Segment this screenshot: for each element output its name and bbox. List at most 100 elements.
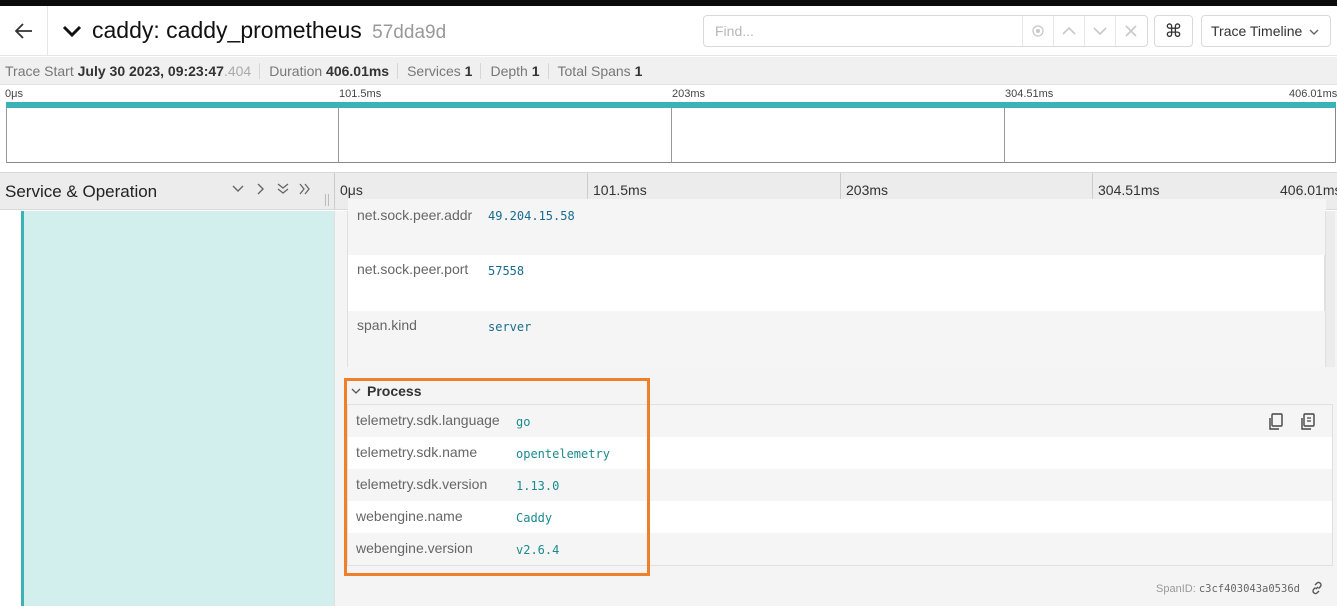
column-resize-handle[interactable] xyxy=(325,194,329,206)
depth-value: 1 xyxy=(531,62,540,79)
service-operation-title: Service & Operation xyxy=(5,182,158,201)
process-section-toggle[interactable]: Process xyxy=(347,379,647,403)
locate-button[interactable] xyxy=(1022,16,1053,46)
back-arrow-icon xyxy=(14,23,32,39)
trace-minimap[interactable]: 0μs 101.5ms 203ms 304.51ms 406.01ms xyxy=(0,86,1337,166)
process-key: webengine.name xyxy=(356,508,463,524)
process-key: telemetry.sdk.version xyxy=(356,476,488,492)
keyboard-shortcuts-button[interactable]: ⌘ xyxy=(1154,15,1193,47)
divider xyxy=(547,62,549,79)
trace-start-ms: .404 xyxy=(223,62,252,79)
span-detail-indent xyxy=(24,211,334,606)
chevron-down-icon[interactable] xyxy=(62,20,82,42)
total-spans: Total Spans 1 xyxy=(558,63,643,79)
tag-key: net.sock.peer.port xyxy=(357,261,469,277)
tags-scrollbar[interactable] xyxy=(1325,211,1335,367)
chevron-up-icon xyxy=(1062,26,1076,35)
duration: Duration 406.01ms xyxy=(269,63,389,79)
view-mode-select[interactable]: Trace Timeline xyxy=(1201,15,1331,47)
find-clear-button[interactable] xyxy=(1115,16,1146,46)
duration-value: 406.01ms xyxy=(326,62,390,79)
process-row: webengine.name Caddy xyxy=(348,501,1332,533)
chevron-right-icon xyxy=(257,183,264,195)
chevron-down-icon xyxy=(351,388,361,394)
services-value: 1 xyxy=(464,62,473,79)
span-id-value: c3cf403043a0536d xyxy=(1198,583,1300,595)
process-value: 1.13.0 xyxy=(516,479,560,493)
depth: Depth 1 xyxy=(490,63,539,79)
find-prev-button[interactable] xyxy=(1053,16,1084,46)
span-detail-area: net.sock.peer.addr 49.204.15.58 net.sock… xyxy=(0,199,1337,606)
minimap-tick: 0μs xyxy=(5,88,23,100)
view-mode-label: Trace Timeline xyxy=(1211,23,1303,39)
find-box xyxy=(703,15,1148,47)
locate-icon xyxy=(1032,25,1044,37)
copy-icon[interactable] xyxy=(1268,413,1284,431)
tag-key: net.sock.peer.addr xyxy=(357,207,473,223)
trace-title: caddy: caddy_prometheus 57dda9d xyxy=(92,17,446,44)
process-title: Process xyxy=(367,383,422,399)
process-row: telemetry.sdk.version 1.13.0 xyxy=(348,469,1332,501)
operation-name: caddy_prometheus xyxy=(166,17,362,43)
minimap-tick: 203ms xyxy=(672,88,706,100)
process-row: telemetry.sdk.name opentelemetry xyxy=(348,437,1332,469)
tag-row: net.sock.peer.addr 49.204.15.58 xyxy=(348,199,1326,255)
service-name: caddy: xyxy=(92,17,160,43)
double-chevron-right-icon xyxy=(299,183,310,195)
span-name-column xyxy=(0,211,334,606)
back-button[interactable] xyxy=(0,6,48,56)
double-chevron-down-icon xyxy=(277,183,289,194)
chevron-down-icon xyxy=(232,185,244,192)
expand-one-button[interactable] xyxy=(252,182,270,200)
total-spans-label: Total Spans xyxy=(557,62,631,79)
process-value: go xyxy=(516,415,531,429)
close-icon xyxy=(1125,25,1137,37)
process-value: Caddy xyxy=(516,511,553,525)
span-id-label: SpanID: xyxy=(1156,583,1196,595)
minimap-gridline xyxy=(1004,108,1005,163)
minimap-gridline xyxy=(671,108,672,163)
process-key: telemetry.sdk.language xyxy=(356,412,500,428)
collapse-one-button[interactable] xyxy=(229,182,247,200)
trace-header: caddy: caddy_prometheus 57dda9d ⌘ Trace … xyxy=(0,6,1337,56)
process-key: telemetry.sdk.name xyxy=(356,444,478,460)
minimap-gridline xyxy=(338,108,339,163)
minimap-tick: 101.5ms xyxy=(339,88,382,100)
divider xyxy=(480,62,482,79)
chevron-down-icon xyxy=(1309,29,1319,35)
trace-start-label: Trace Start xyxy=(5,62,74,79)
chevron-down-icon xyxy=(1093,27,1107,36)
depth-label: Depth xyxy=(490,62,528,79)
divider xyxy=(259,62,261,79)
link-icon[interactable] xyxy=(1309,580,1325,596)
process-value: v2.6.4 xyxy=(516,543,560,557)
duration-label: Duration xyxy=(269,62,323,79)
copy-json-icon[interactable] xyxy=(1300,413,1316,431)
span-id: SpanID: c3cf403043a0536d xyxy=(1156,583,1300,595)
collapse-all-button[interactable] xyxy=(274,182,292,200)
minimap-tick: 304.51ms xyxy=(1005,88,1054,100)
tag-value: 49.204.15.58 xyxy=(488,209,575,223)
expand-all-button[interactable] xyxy=(296,182,314,200)
process-value: opentelemetry xyxy=(516,447,610,461)
minimap-ticks: 0μs 101.5ms 203ms 304.51ms 406.01ms xyxy=(0,88,1337,102)
command-icon: ⌘ xyxy=(1164,20,1183,41)
total-spans-value: 1 xyxy=(634,62,643,79)
tag-key: span.kind xyxy=(357,317,417,333)
minimap-tick: 406.01ms xyxy=(1289,88,1337,100)
tag-row: net.sock.peer.port 57558 xyxy=(348,255,1326,311)
trace-start: Trace Start July 30 2023, 09:23:47.404 xyxy=(5,63,251,79)
tags-table: net.sock.peer.addr 49.204.15.58 net.sock… xyxy=(347,199,1326,367)
process-row: webengine.version v2.6.4 xyxy=(348,533,1332,565)
services: Services 1 xyxy=(407,63,472,79)
trace-start-date: July 30 2023, 09:23:47 xyxy=(77,62,224,79)
services-label: Services xyxy=(407,62,461,79)
process-table: telemetry.sdk.language go telemetry.sdk.… xyxy=(347,404,1333,566)
find-input[interactable] xyxy=(704,16,1022,46)
divider xyxy=(397,62,399,79)
tag-value: 57558 xyxy=(488,264,525,278)
tag-row: span.kind server xyxy=(348,311,1326,367)
trace-id: 57dda9d xyxy=(372,22,447,43)
process-key: webengine.version xyxy=(356,540,473,556)
find-next-button[interactable] xyxy=(1084,16,1115,46)
